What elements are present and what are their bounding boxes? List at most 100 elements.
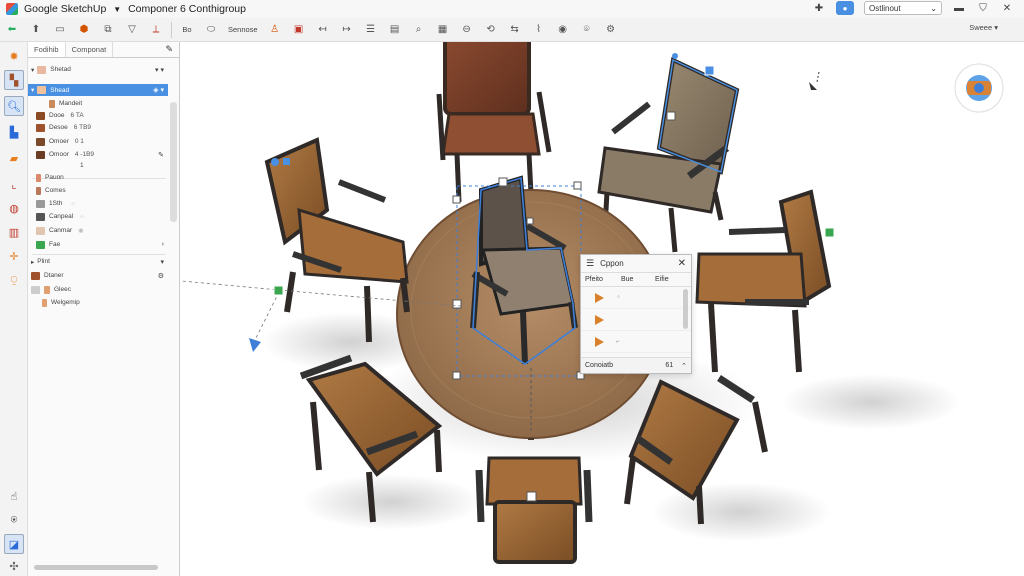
hand-icon[interactable]: ☝: [4, 486, 24, 506]
push-pull-icon[interactable]: ▥: [4, 222, 24, 242]
list-item[interactable]: Canmar ✺: [28, 225, 168, 236]
wand-icon[interactable]: ⌇: [530, 20, 548, 40]
settings-icon[interactable]: ⚙: [602, 20, 620, 40]
tape-measure-icon[interactable]: ⍜: [4, 270, 24, 290]
chair-right[interactable]: [695, 189, 835, 373]
play-icon[interactable]: [595, 292, 604, 303]
edit-icon[interactable]: ✎: [158, 151, 164, 159]
minimize-icon[interactable]: ▬: [952, 1, 966, 15]
grip-handle[interactable]: [666, 111, 676, 121]
grip-handle[interactable]: [526, 217, 534, 225]
orbit-icon[interactable]: ⟲: [482, 20, 500, 40]
grip-handle[interactable]: [452, 195, 461, 204]
close-icon[interactable]: ✕: [1000, 1, 1014, 15]
play-icon[interactable]: [595, 314, 604, 325]
list-item[interactable]: Welgemip: [28, 297, 168, 308]
list-item[interactable]: Mandeit: [28, 98, 168, 109]
grip-handle[interactable]: [498, 177, 508, 187]
shape-icon[interactable]: ⬭: [202, 20, 220, 40]
column-header[interactable]: Eifie: [651, 276, 669, 283]
table-row[interactable]: ⌐: [581, 331, 691, 353]
paint-bucket-icon[interactable]: ▰: [4, 148, 24, 168]
list-item[interactable]: Dooe 6 TA: [28, 110, 168, 121]
move-arrow-icon[interactable]: [249, 338, 261, 352]
list-item[interactable]: Desoe 6 TB9: [28, 122, 168, 133]
column-header[interactable]: Pfeito: [581, 276, 617, 283]
tab-componat[interactable]: Componat: [66, 42, 114, 57]
gear-icon[interactable]: ⚙: [158, 272, 164, 280]
list-item-selected[interactable]: ▾ Shead ◈ ▾: [28, 84, 168, 96]
move-tool-icon[interactable]: ✛: [4, 246, 24, 266]
list-item[interactable]: Fae ›: [28, 239, 168, 250]
save-icon[interactable]: ⛉: [976, 1, 990, 15]
grip-handle[interactable]: [672, 53, 678, 59]
component-icon[interactable]: ⧉: [99, 20, 117, 40]
horizontal-scrollbar[interactable]: [34, 565, 158, 570]
list-item[interactable]: ▾ Shetad ▾ ▾: [28, 64, 168, 75]
grip-handle[interactable]: [452, 299, 462, 309]
grip-handle[interactable]: [283, 158, 290, 165]
star-icon[interactable]: ✸: [4, 46, 24, 66]
list-item[interactable]: 1Sth ⁘: [28, 198, 168, 209]
list-item[interactable]: Dtaner ⚙: [28, 270, 168, 281]
close-icon[interactable]: ✕: [678, 258, 686, 269]
chair-left[interactable]: [264, 137, 410, 343]
chevron-right-icon[interactable]: ›: [162, 241, 164, 248]
table-row[interactable]: ⁘: [581, 287, 691, 309]
view-cube[interactable]: [954, 63, 1004, 113]
chair-back-top[interactable]: [436, 42, 552, 203]
chevron-down-icon[interactable]: ▼: [113, 5, 121, 14]
list-item[interactable]: Omoor 4 -1B9 ✎: [28, 149, 168, 160]
link-icon[interactable]: ⊖: [458, 20, 476, 40]
list-item[interactable]: Comes: [28, 185, 168, 196]
grip-handle[interactable]: [526, 491, 537, 502]
menu-icon[interactable]: ☰: [586, 258, 594, 269]
select-tool-icon[interactable]: ▚: [4, 70, 24, 90]
grid-icon[interactable]: ▦: [434, 20, 452, 40]
paint-icon[interactable]: ⬢: [75, 20, 93, 40]
grip-handle[interactable]: [824, 227, 835, 238]
visibility-icon[interactable]: ◈ ▾: [153, 86, 164, 94]
zoom-icon[interactable]: ⌕: [410, 20, 428, 40]
grip-handle[interactable]: [573, 181, 582, 190]
chair-bottom[interactable]: [475, 456, 593, 564]
chevron-down-icon[interactable]: ▾: [160, 258, 164, 266]
axes-icon[interactable]: ✣: [4, 556, 24, 576]
section-icon[interactable]: ⟂: [147, 20, 165, 40]
list-item[interactable]: Omoer 0 1: [28, 136, 168, 147]
pan-icon[interactable]: ⇆: [506, 20, 524, 40]
circle-tool-icon[interactable]: ◍: [4, 198, 24, 218]
column-header[interactable]: Bue: [617, 276, 651, 283]
camera-icon[interactable]: ⌾: [578, 20, 596, 40]
arrow-left-icon[interactable]: ↤: [314, 20, 332, 40]
table-row[interactable]: [581, 309, 691, 331]
eye-icon[interactable]: ◉: [554, 20, 572, 40]
arrow-right-icon[interactable]: ↦: [338, 20, 356, 40]
pin-icon[interactable]: ✚: [812, 1, 826, 15]
layers-icon[interactable]: ▤: [386, 20, 404, 40]
chevron-up-icon[interactable]: ⌃: [681, 362, 687, 370]
pin-panel-icon[interactable]: ✎: [165, 42, 179, 57]
frame-icon[interactable]: ▣: [290, 20, 308, 40]
redo-icon[interactable]: ⬆: [27, 20, 45, 40]
tab-fodihib[interactable]: Fodihib: [28, 42, 66, 57]
panel-scrollbar[interactable]: [170, 102, 177, 222]
person-icon[interactable]: ♙: [266, 20, 284, 40]
list-item[interactable]: Canpeal ⁘: [28, 211, 168, 222]
rect-tool-icon[interactable]: ▙: [4, 122, 24, 142]
toolbar-label-b[interactable]: Sennose: [226, 20, 260, 40]
toolbar-label-a[interactable]: Bo: [178, 20, 196, 40]
magnify-icon[interactable]: 🔍︎: [4, 96, 24, 116]
grip-handle[interactable]: [704, 65, 715, 76]
undo-icon[interactable]: ⬅: [3, 20, 21, 40]
chevron-down-icon[interactable]: ▾ ▾: [155, 66, 164, 74]
filter-icon[interactable]: ▽: [123, 20, 141, 40]
line-tool-icon[interactable]: ⌞: [4, 174, 24, 194]
grip-handle[interactable]: [271, 158, 279, 166]
grip-handle[interactable]: [452, 371, 461, 380]
open-icon[interactable]: ▭: [51, 20, 69, 40]
walk-icon[interactable]: ⍟: [4, 510, 24, 530]
list-item[interactable]: Pauon: [28, 172, 168, 183]
list-icon[interactable]: ☰: [362, 20, 380, 40]
list-item[interactable]: ▸ Plint ▾: [28, 256, 168, 267]
